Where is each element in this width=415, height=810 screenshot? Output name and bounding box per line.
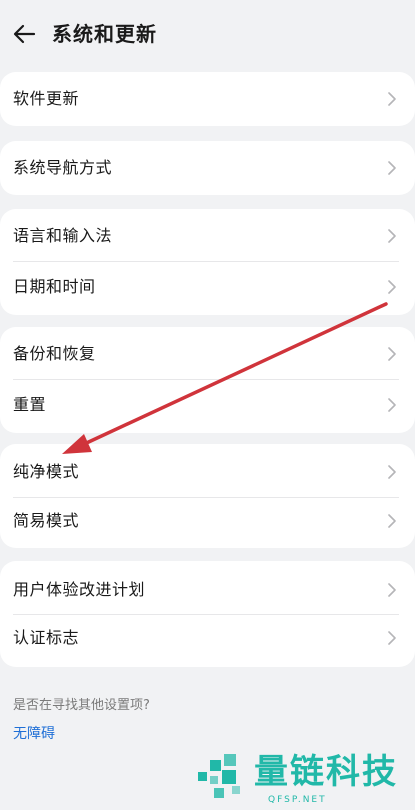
menu-item-navigation[interactable]: 系统导航方式 [0, 141, 415, 195]
chevron-right-icon [388, 398, 396, 412]
watermark-brand: 量链科技 [254, 752, 398, 792]
page-title: 系统和更新 [52, 22, 157, 46]
watermark-domain: QFSP.NET [268, 795, 327, 805]
menu-item-label: 备份和恢复 [13, 344, 96, 363]
menu-item-pure-mode[interactable]: 纯净模式 [0, 445, 415, 499]
chevron-right-icon [388, 229, 396, 243]
menu-item-reset[interactable]: 重置 [0, 378, 415, 432]
menu-item-label: 简易模式 [13, 511, 80, 530]
other-settings-question: 是否在寻找其他设置项? [13, 698, 150, 713]
menu-item-label: 日期和时间 [13, 277, 96, 296]
menu-item-label: 用户体验改进计划 [13, 580, 146, 599]
accessibility-link[interactable]: 无障碍 [13, 724, 55, 744]
menu-item-label: 纯净模式 [13, 462, 80, 481]
chevron-right-icon [388, 347, 396, 361]
chevron-right-icon [388, 92, 396, 106]
chevron-right-icon [388, 465, 396, 479]
chevron-right-icon [388, 514, 396, 528]
menu-item-label: 重置 [13, 395, 47, 414]
menu-item-date-time[interactable]: 日期和时间 [0, 260, 415, 314]
menu-item-certification[interactable]: 认证标志 [0, 611, 415, 665]
menu-item-label: 系统导航方式 [13, 158, 113, 177]
arrow-left-icon [13, 24, 36, 44]
watermark: 量链科技 QFSP.NET [196, 748, 415, 810]
back-button[interactable] [10, 20, 40, 48]
menu-item-label: 认证标志 [13, 628, 80, 647]
brand-logo-icon [198, 754, 240, 798]
menu-item-label: 语言和输入法 [13, 226, 113, 245]
menu-item-label: 软件更新 [13, 89, 80, 108]
chevron-right-icon [388, 631, 396, 645]
chevron-right-icon [388, 583, 396, 597]
menu-item-backup-restore[interactable]: 备份和恢复 [0, 327, 415, 381]
menu-item-user-experience[interactable]: 用户体验改进计划 [0, 563, 415, 617]
menu-item-simple-mode[interactable]: 简易模式 [0, 494, 415, 548]
menu-item-language-input[interactable]: 语言和输入法 [0, 209, 415, 263]
chevron-right-icon [388, 161, 396, 175]
menu-item-software-update[interactable]: 软件更新 [0, 72, 415, 126]
header: 系统和更新 [0, 0, 415, 68]
chevron-right-icon [388, 280, 396, 294]
